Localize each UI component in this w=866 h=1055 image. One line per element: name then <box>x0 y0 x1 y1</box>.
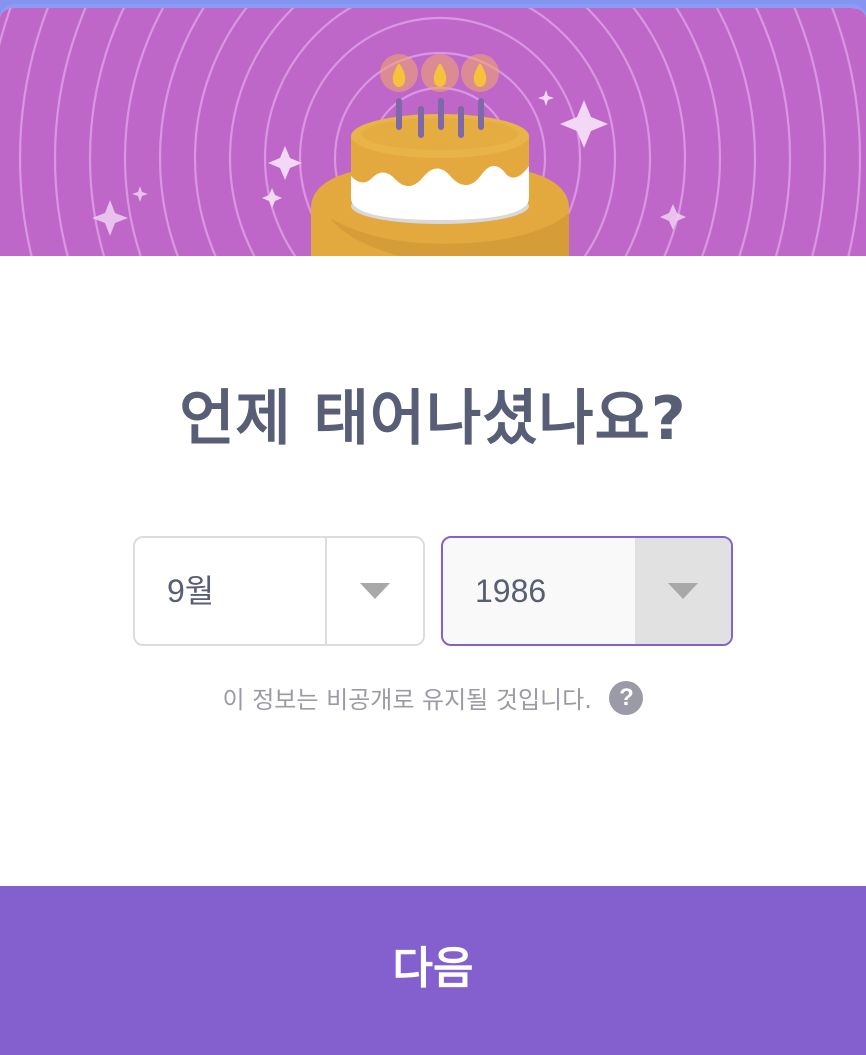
year-select[interactable]: 1986 <box>441 536 733 646</box>
month-select[interactable]: 9월 <box>133 536 425 646</box>
page-title: 언제 태어나셨나요? <box>179 384 687 454</box>
year-select-toggle[interactable] <box>635 538 731 644</box>
birthday-banner <box>0 8 866 256</box>
privacy-note-text: 이 정보는 비공개로 유지될 것입니다. <box>222 686 592 714</box>
year-select-value: 1986 <box>475 573 547 609</box>
chevron-down-icon <box>668 583 698 599</box>
help-icon[interactable]: ? <box>609 680 644 715</box>
month-select-toggle[interactable] <box>325 538 423 644</box>
chevron-down-icon <box>360 583 390 599</box>
privacy-note: 이 정보는 비공개로 유지될 것입니다. ? <box>0 680 866 715</box>
month-select-value: 9월 <box>167 573 215 609</box>
next-button[interactable]: 다음 <box>0 886 866 1055</box>
birthday-dialog: 언제 태어나셨나요? 9월 1986 이 정보는 비공개로 유지될 것입니다. … <box>0 4 866 1055</box>
birthday-cake-illustration <box>0 8 861 256</box>
